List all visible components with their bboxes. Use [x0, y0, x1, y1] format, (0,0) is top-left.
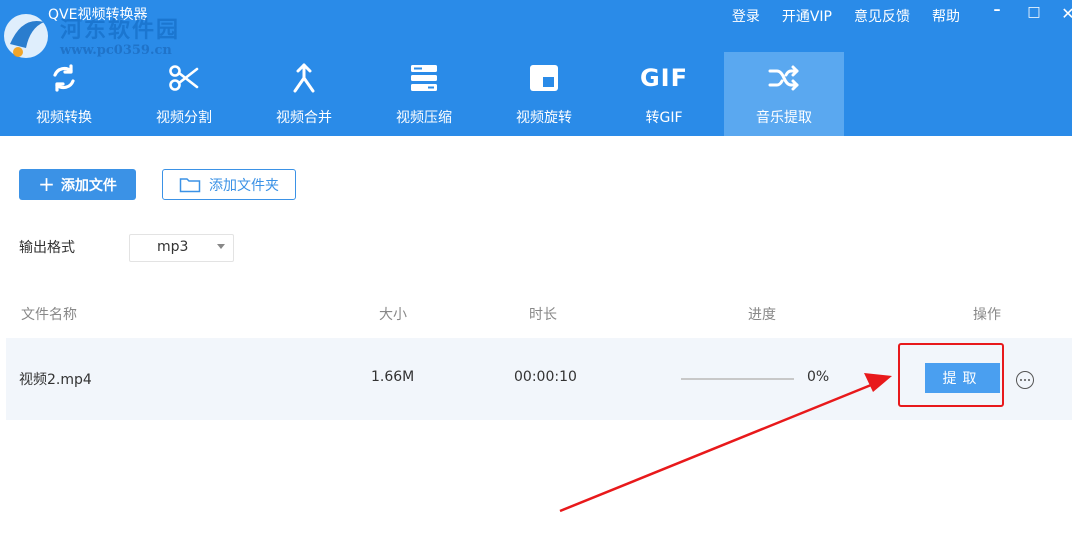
tab-video-convert[interactable]: 视频转换 [4, 52, 124, 136]
gif-icon-text: GIF [639, 64, 689, 92]
file-duration: 00:00:10 [514, 369, 577, 385]
help-link[interactable]: 帮助 [932, 6, 960, 26]
gif-icon: GIF [640, 62, 688, 94]
tab-video-compress[interactable]: 视频压缩 [364, 52, 484, 136]
progress-bar [681, 378, 794, 380]
rotate-icon [528, 62, 560, 94]
extract-button[interactable]: 提取 [925, 363, 1000, 393]
file-name: 视频2.mp4 [19, 372, 92, 388]
tab-to-gif[interactable]: GIF 转GIF [604, 52, 724, 136]
folder-icon [179, 177, 201, 192]
file-size: 1.66M [371, 369, 415, 385]
column-header-action: 操作 [973, 307, 1001, 323]
refresh-icon [48, 62, 80, 94]
tab-video-rotate[interactable]: 视频旋转 [484, 52, 604, 136]
top-links: 登录 开通VIP 意见反馈 帮助 [732, 6, 960, 26]
more-options-icon[interactable] [1016, 371, 1034, 389]
feedback-link[interactable]: 意见反馈 [854, 6, 910, 26]
tab-video-merge[interactable]: 视频合并 [244, 52, 364, 136]
add-file-label: 添加文件 [60, 177, 117, 194]
column-header-name: 文件名称 [21, 307, 77, 323]
login-link[interactable]: 登录 [732, 6, 760, 26]
output-format-label: 输出格式 [19, 240, 75, 256]
plus-icon: + [38, 171, 55, 196]
tab-music-extract[interactable]: 音乐提取 [724, 52, 844, 136]
tab-label: 视频合并 [276, 110, 332, 126]
add-folder-label: 添加文件夹 [209, 177, 279, 194]
column-header-size: 大小 [379, 307, 407, 323]
vip-link[interactable]: 开通VIP [782, 6, 832, 26]
compress-icon [408, 62, 440, 94]
tab-video-split[interactable]: 视频分割 [124, 52, 244, 136]
scissors-icon [168, 62, 200, 94]
tab-label: 音乐提取 [756, 110, 812, 126]
tab-label: 视频转换 [36, 110, 92, 126]
output-format-select[interactable]: mp3 [129, 234, 234, 262]
maximize-button[interactable]: □ [1024, 4, 1044, 20]
app-header: QVE视频转换器 河东软件园 www.pc0359.cn 登录 开通VIP 意见… [0, 0, 1072, 136]
tab-label: 视频分割 [156, 110, 212, 126]
add-file-button[interactable]: + 添加文件 [19, 169, 136, 200]
merge-icon [288, 62, 320, 94]
column-header-progress: 进度 [748, 307, 776, 323]
tool-tabs: 视频转换 视频分割 视频合并 视频压缩 视频旋转 GIF 转GIF 音乐提取 [4, 52, 844, 136]
minimize-button[interactable]: – [987, 2, 1007, 18]
column-header-duration: 时长 [529, 307, 557, 323]
tab-label: 转GIF [645, 110, 683, 126]
progress-percent: 0% [807, 369, 830, 385]
add-folder-button[interactable]: 添加文件夹 [162, 169, 296, 200]
tab-label: 视频压缩 [396, 110, 452, 126]
shuffle-icon [768, 62, 800, 94]
chevron-down-icon [217, 244, 225, 249]
watermark-text: 河东软件园 [60, 17, 181, 43]
output-format-value: mp3 [157, 239, 189, 255]
tab-label: 视频旋转 [516, 110, 572, 126]
title-bar[interactable]: QVE视频转换器 河东软件园 www.pc0359.cn 登录 开通VIP 意见… [0, 0, 1072, 58]
close-button[interactable]: ✕ [1058, 4, 1072, 23]
